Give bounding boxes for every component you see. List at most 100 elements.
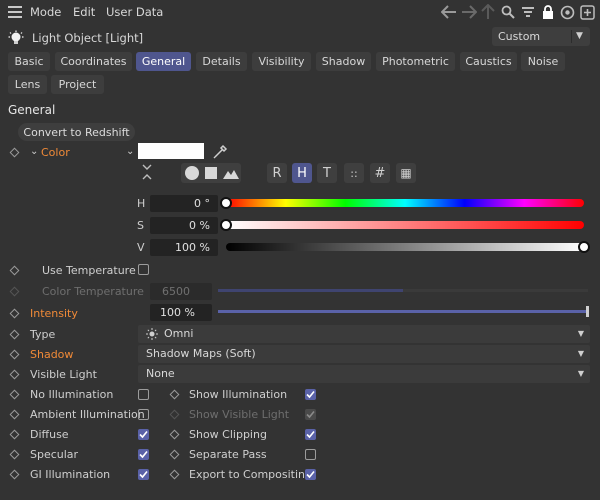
v-field[interactable]: 100 % — [150, 239, 218, 256]
keyframe-diamond-icon[interactable] — [9, 349, 20, 360]
h-field[interactable]: 0 ° — [150, 195, 218, 212]
export-to-compositing-checkbox[interactable] — [305, 469, 316, 480]
show-visible-light-checkbox — [305, 409, 316, 420]
lock-icon[interactable] — [539, 3, 557, 21]
keyframe-diamond-icon[interactable] — [9, 429, 20, 440]
filter-icon[interactable] — [519, 3, 537, 21]
saturation-slider[interactable] — [226, 221, 584, 229]
keyframe-diamond-icon — [169, 409, 180, 420]
eyedropper-icon[interactable] — [212, 142, 230, 160]
arrow-right-icon[interactable] — [460, 3, 478, 21]
keyframe-diamond-icon[interactable] — [169, 449, 180, 460]
chevron-down-icon: ▼ — [577, 369, 584, 378]
intensity-label: Intensity — [30, 307, 78, 320]
show-illumination-checkbox[interactable] — [305, 389, 316, 400]
keyframe-diamond-icon[interactable] — [9, 308, 20, 319]
separate-pass-checkbox[interactable] — [305, 449, 316, 460]
visible-light-value: None — [146, 367, 175, 380]
intensity-handle[interactable] — [586, 306, 589, 317]
hue-slider[interactable] — [226, 199, 584, 207]
color-swatch[interactable] — [138, 143, 204, 159]
keyframe-diamond-icon[interactable] — [9, 369, 20, 380]
menu-user-data[interactable]: User Data — [106, 5, 163, 19]
keyframe-diamond-icon — [9, 286, 20, 297]
tab-lens[interactable]: Lens — [8, 75, 47, 94]
tab-coordinates[interactable]: Coordinates — [55, 52, 132, 71]
keyframe-diamond-icon[interactable] — [169, 469, 180, 480]
tab-project[interactable]: Project — [51, 75, 104, 94]
arrow-up-icon[interactable] — [479, 3, 497, 21]
hue-slider-knob[interactable] — [220, 197, 232, 209]
target-icon[interactable] — [558, 3, 576, 21]
mode-hsv-button[interactable]: H — [292, 163, 312, 183]
keyframe-diamond-icon[interactable] — [9, 147, 20, 158]
type-select[interactable]: Omni ▼ — [138, 325, 590, 343]
ambient-illumination-label: Ambient Illumination — [30, 408, 145, 421]
circle-view-icon[interactable] — [185, 166, 199, 180]
no-illumination-checkbox[interactable] — [138, 389, 149, 400]
color-chevron-icon[interactable]: ⌄ — [126, 146, 134, 157]
no-illumination-label: No Illumination — [30, 388, 114, 401]
keyframe-diamond-icon[interactable] — [9, 469, 20, 480]
visible-light-select[interactable]: None ▼ — [138, 365, 590, 383]
shadow-label: Shadow — [30, 348, 74, 361]
keyframe-diamond-icon[interactable] — [9, 449, 20, 460]
chevron-down-icon[interactable]: ⌄ — [30, 146, 38, 157]
menu-edit[interactable]: Edit — [73, 5, 95, 19]
preset-value: Custom — [498, 30, 541, 43]
tab-details[interactable]: Details — [196, 52, 247, 71]
square-view-icon[interactable] — [205, 167, 217, 179]
keyframe-diamond-icon[interactable] — [9, 265, 20, 276]
arrow-left-icon[interactable] — [440, 3, 458, 21]
value-slider[interactable] — [226, 243, 584, 251]
intensity-field[interactable]: 100 % — [150, 304, 212, 321]
specular-checkbox[interactable] — [138, 449, 149, 460]
object-title: Light Object [Light] — [32, 31, 144, 45]
use-temperature-checkbox[interactable] — [138, 264, 149, 275]
separate-pass-label: Separate Pass — [189, 448, 267, 461]
keyframe-diamond-icon[interactable] — [169, 389, 180, 400]
keyframe-diamond-icon[interactable] — [169, 429, 180, 440]
gi-illumination-checkbox[interactable] — [138, 469, 149, 480]
type-label: Type — [30, 328, 56, 341]
ambient-illumination-checkbox[interactable] — [138, 409, 149, 420]
tab-general[interactable]: General — [136, 52, 191, 71]
chevron-down-icon: ▼ — [577, 329, 584, 338]
omni-light-icon — [146, 328, 158, 340]
mode-hex-button[interactable]: # — [370, 163, 390, 183]
s-field[interactable]: 0 % — [150, 217, 218, 234]
hamburger-icon[interactable] — [8, 6, 22, 18]
tab-shadow[interactable]: Shadow — [316, 52, 371, 71]
shadow-select[interactable]: Shadow Maps (Soft) ▼ — [138, 345, 590, 363]
show-clipping-label: Show Clipping — [189, 428, 267, 441]
mode-swatches-button[interactable]: ▦ — [396, 163, 416, 183]
tab-photometric[interactable]: Photometric — [376, 52, 455, 71]
diffuse-checkbox[interactable] — [138, 429, 149, 440]
tab-caustics[interactable]: Caustics — [460, 52, 517, 71]
value-slider-knob[interactable] — [578, 241, 590, 253]
tab-noise[interactable]: Noise — [521, 52, 565, 71]
keyframe-diamond-icon[interactable] — [9, 329, 20, 340]
expand-icon[interactable] — [141, 163, 153, 181]
show-visible-light-label: Show Visible Light — [189, 408, 290, 421]
export-to-compositing-label: Export to Compositing — [189, 468, 312, 481]
color-view-group — [181, 163, 241, 183]
section-title: General — [8, 103, 56, 117]
tab-basic[interactable]: Basic — [8, 52, 50, 71]
menu-mode[interactable]: Mode — [30, 5, 61, 19]
preset-dropdown[interactable]: Custom ▼ — [492, 27, 590, 46]
keyframe-diamond-icon[interactable] — [9, 389, 20, 400]
mode-rgb-button[interactable]: R — [267, 163, 287, 183]
mode-temperature-button[interactable]: T — [317, 163, 337, 183]
tab-visibility[interactable]: Visibility — [252, 52, 311, 71]
search-icon[interactable] — [499, 3, 517, 21]
add-icon[interactable] — [578, 3, 596, 21]
chevron-down-icon: ▼ — [577, 349, 584, 358]
shadow-value: Shadow Maps (Soft) — [146, 347, 256, 360]
show-clipping-checkbox[interactable] — [305, 429, 316, 440]
keyframe-diamond-icon[interactable] — [9, 409, 20, 420]
mode-mixer-button[interactable]: :: — [344, 163, 364, 183]
convert-to-redshift-button[interactable]: Convert to Redshift — [18, 123, 135, 141]
saturation-slider-knob[interactable] — [220, 219, 232, 231]
mountain-view-icon[interactable] — [223, 167, 239, 179]
